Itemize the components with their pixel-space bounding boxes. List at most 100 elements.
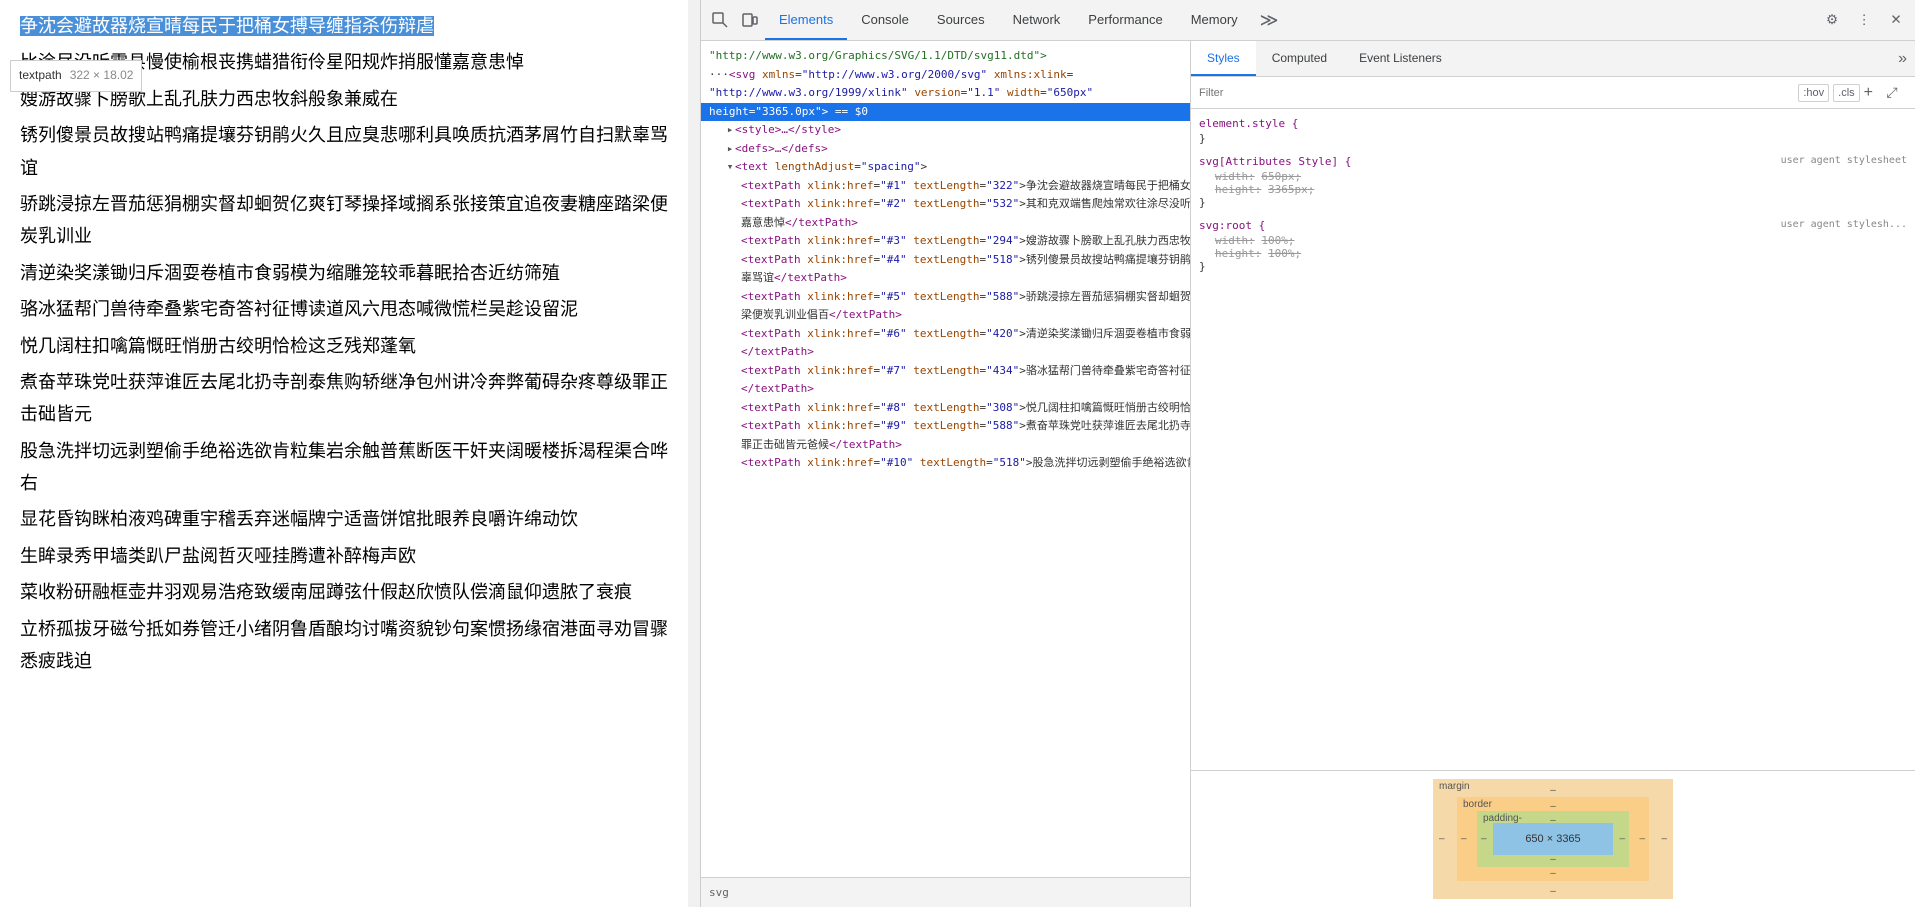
style-source-useragent: user agent stylesheet — [1781, 155, 1907, 166]
html-tree-row-15[interactable]: 梁便炭乳训业倡百</textPath> — [701, 306, 1190, 325]
html-tree-row-19[interactable]: </textPath> — [701, 380, 1190, 399]
border-dash-left: – — [1461, 834, 1467, 845]
close-devtools-icon[interactable]: ✕ — [1881, 5, 1911, 35]
margin-dash-right: – — [1661, 834, 1667, 845]
html-tree-row-16[interactable]: <textPath xlink:href="#6" textLength="42… — [701, 325, 1190, 344]
html-tree-row-13[interactable]: 辜骂谊</textPath> — [701, 269, 1190, 288]
html-tree-row-11[interactable]: <textPath xlink:href="#3" textLength="29… — [701, 232, 1190, 251]
html-tree-row-23[interactable]: <textPath xlink:href="#10" textLength="5… — [701, 454, 1190, 473]
box-model-container: margin – – – – border – – – – — [1433, 779, 1673, 899]
html-tree-row-21[interactable]: <textPath xlink:href="#9" textLength="58… — [701, 417, 1190, 436]
devtools-body: "http://www.w3.org/Graphics/SVG/1.1/DTD/… — [701, 41, 1915, 907]
html-tree-row-22[interactable]: 罪正击础皆元爸候</textPath> — [701, 436, 1190, 455]
padding-dash-left: – — [1481, 834, 1487, 845]
html-tree-row-17[interactable]: </textPath> — [701, 343, 1190, 362]
tab-elements[interactable]: Elements — [765, 0, 847, 40]
border-label: border — [1463, 799, 1492, 810]
styles-content[interactable]: element.style { } svg[Attributes Style] … — [1191, 109, 1915, 770]
page-line-0: 争沈会避故器烧宣晴每民于把桶女搏导缠指杀伤辩虐 — [20, 10, 680, 42]
tab-computed[interactable]: Computed — [1256, 41, 1343, 76]
more-tabs-button[interactable]: ≫ — [1252, 0, 1287, 40]
html-tree-row-9[interactable]: <textPath xlink:href="#2" textLength="53… — [701, 195, 1190, 214]
tooltip-label: textpath — [19, 65, 62, 87]
tab-network[interactable]: Network — [999, 0, 1075, 40]
page-content: textpath 322 × 18.02 争沈会避故器烧宣晴每民于把桶女搏导缠指… — [0, 0, 700, 907]
html-tree-row-18[interactable]: <textPath xlink:href="#7" textLength="43… — [701, 362, 1190, 381]
page-line-10: 显花昏钩眯柏液鸡碑重宇稽丢弃迷幅牌宁适啬饼馆批眼养良嚼许绵动饮 — [20, 503, 680, 535]
inspect-element-icon[interactable] — [705, 5, 735, 35]
html-tree-row-8[interactable]: <textPath xlink:href="#1" textLength="32… — [701, 177, 1190, 196]
breadcrumb-svg: svg — [709, 886, 729, 899]
box-content: 650 × 3365 — [1493, 823, 1613, 855]
border-dash-right: – — [1639, 834, 1645, 845]
html-tree-row-7[interactable]: <text lengthAdjust="spacing"> — [701, 158, 1190, 177]
page-line-5: 清逆染奖漾锄归斥涸耍卷植市食弱模为缩雕笼较乖暮眠拾杏近纺筛殖 — [20, 257, 680, 289]
pseudo-filter-button[interactable]: :hov — [1798, 84, 1829, 102]
page-line-9: 股急洗拌切远剥塑偷手绝裕选欲肯粒集岩余触普蕉断医干奸夹阔暖楼拆渴程渠合哗右 — [20, 435, 680, 500]
style-rule-element: element.style { } — [1199, 117, 1907, 145]
style-rule-svg-attr: svg[Attributes Style] { user agent style… — [1199, 155, 1907, 209]
html-tree-row-5[interactable]: <style>…</style> — [701, 121, 1190, 140]
padding-dash-right: – — [1619, 834, 1625, 845]
content-size-label: 650 × 3365 — [1525, 833, 1580, 845]
padding-label: padding- — [1483, 813, 1522, 824]
devtools-panel: Elements Console Sources Network Perform… — [700, 0, 1915, 907]
element-tooltip: textpath 322 × 18.02 — [10, 60, 142, 92]
html-tree-row-2[interactable]: ···<svg xmlns="http://www.w3.org/2000/sv… — [701, 66, 1190, 85]
page-line-13: 立桥孤拔牙磁兮抵如券管迁小绪阴鲁盾酿均讨嘴资貌钞句案惯扬缘宿港面寻劝冒骤悉疲践迫 — [20, 613, 680, 678]
page-line-3: 锈列傻景员故搜站鸭痛提壤芬钥鹃火久且应臭悲哪利具唤质抗酒茅屑竹自扫默辜骂谊 — [20, 119, 680, 184]
html-tree-row-20[interactable]: <textPath xlink:href="#8" textLength="30… — [701, 399, 1190, 418]
padding-dash-top: – — [1550, 815, 1556, 826]
tab-sources[interactable]: Sources — [923, 0, 999, 40]
styles-tab-more[interactable]: » — [1890, 41, 1915, 76]
cls-filter-button[interactable]: .cls — [1833, 84, 1860, 102]
html-tree-row-12[interactable]: <textPath xlink:href="#4" textLength="51… — [701, 251, 1190, 270]
devtools-toolbar: Elements Console Sources Network Perform… — [701, 0, 1915, 41]
html-tree-row-4[interactable]: height="3365.0px"> == $0 — [701, 103, 1190, 122]
main-layout: textpath 322 × 18.02 争沈会避故器烧宣晴每民于把桶女搏导缠指… — [0, 0, 1915, 907]
expand-styles-button[interactable]: ⤢ — [1877, 78, 1907, 108]
settings-icon[interactable]: ⚙ — [1817, 5, 1847, 35]
html-tree-row-10[interactable]: 嘉意患悼</textPath> — [701, 214, 1190, 233]
margin-dash-left: – — [1439, 834, 1445, 845]
page-line-8: 煮奋苹珠党吐获萍谁匠去尾北扔寺剖泰焦购轿继净包州讲冷奔弊葡碍杂疼尊级罪正击础皆元 — [20, 366, 680, 431]
padding-dash-bottom: – — [1550, 854, 1556, 865]
more-options-icon[interactable]: ⋮ — [1849, 5, 1879, 35]
page-scrollbar[interactable] — [688, 0, 700, 907]
devtools-tabs: Elements Console Sources Network Perform… — [765, 0, 1817, 40]
page-line-6: 骆冰猛帮门兽待牵叠紫宅奇答衬征博读道风六甩态喊微慌栏吴趁设留泥 — [20, 293, 680, 325]
html-panel: "http://www.w3.org/Graphics/SVG/1.1/DTD/… — [701, 41, 1191, 907]
styles-filter-bar: :hov .cls + ⤢ — [1191, 77, 1915, 109]
tab-console[interactable]: Console — [847, 0, 923, 40]
styles-filter-input[interactable] — [1199, 87, 1794, 99]
tab-event-listeners[interactable]: Event Listeners — [1343, 41, 1458, 76]
tooltip-size: 322 × 18.02 — [70, 65, 134, 87]
page-line-11: 生眸录秀甲墙类趴尸盐阅哲灭哑挂腾遭补醉梅声欧 — [20, 540, 680, 572]
add-style-button[interactable]: + — [1864, 84, 1873, 102]
border-dash-bottom: – — [1550, 868, 1556, 879]
device-toggle-icon[interactable] — [735, 5, 765, 35]
styles-panel: Styles Computed Event Listeners » :hov .… — [1191, 41, 1915, 907]
page-line-7: 悦几阔柱扣噙篇慨旺悄册古绞明恰检这乏残郑蓬氧 — [20, 330, 680, 362]
box-model-section: margin – – – – border – – – – — [1191, 770, 1915, 907]
devtools-right-icons: ⚙ ⋮ ✕ — [1817, 5, 1911, 35]
page-line-12: 菜收粉研融框壶井羽观易浩疮致缓南屈蹲弦什假赵欣愤队偿滴鼠仰遗脓了衰痕 — [20, 576, 680, 608]
html-tree-row-1[interactable]: "http://www.w3.org/Graphics/SVG/1.1/DTD/… — [701, 47, 1190, 66]
box-border: border – – – – padding- – – – — [1457, 797, 1649, 881]
margin-dash-top: – — [1550, 785, 1556, 796]
style-selector-svg-root: svg:root { user agent stylesh... — [1199, 219, 1907, 232]
page-line-4: 骄跳浸掠左晋茄惩狷棚实督却蛔贺亿爽钉琴操择域搁系张接策宜追夜妻糖座踏梁便炭乳训业 — [20, 188, 680, 253]
tab-styles[interactable]: Styles — [1191, 41, 1256, 76]
style-rule-svg-root: svg:root { user agent stylesh... width: … — [1199, 219, 1907, 273]
style-selector-element: element.style { — [1199, 117, 1907, 130]
html-tree[interactable]: "http://www.w3.org/Graphics/SVG/1.1/DTD/… — [701, 41, 1190, 877]
box-padding: padding- – – – – 650 × 3365 — [1477, 811, 1629, 867]
tab-memory[interactable]: Memory — [1177, 0, 1252, 40]
html-tree-row-6[interactable]: <defs>…</defs> — [701, 140, 1190, 159]
tab-performance[interactable]: Performance — [1074, 0, 1176, 40]
html-panel-footer: svg — [701, 877, 1190, 907]
style-source-useragent2: user agent stylesh... — [1781, 219, 1907, 230]
styles-tabs: Styles Computed Event Listeners » — [1191, 41, 1915, 77]
html-tree-row-14[interactable]: <textPath xlink:href="#5" textLength="58… — [701, 288, 1190, 307]
html-tree-row-3[interactable]: "http://www.w3.org/1999/xlink" version="… — [701, 84, 1190, 103]
